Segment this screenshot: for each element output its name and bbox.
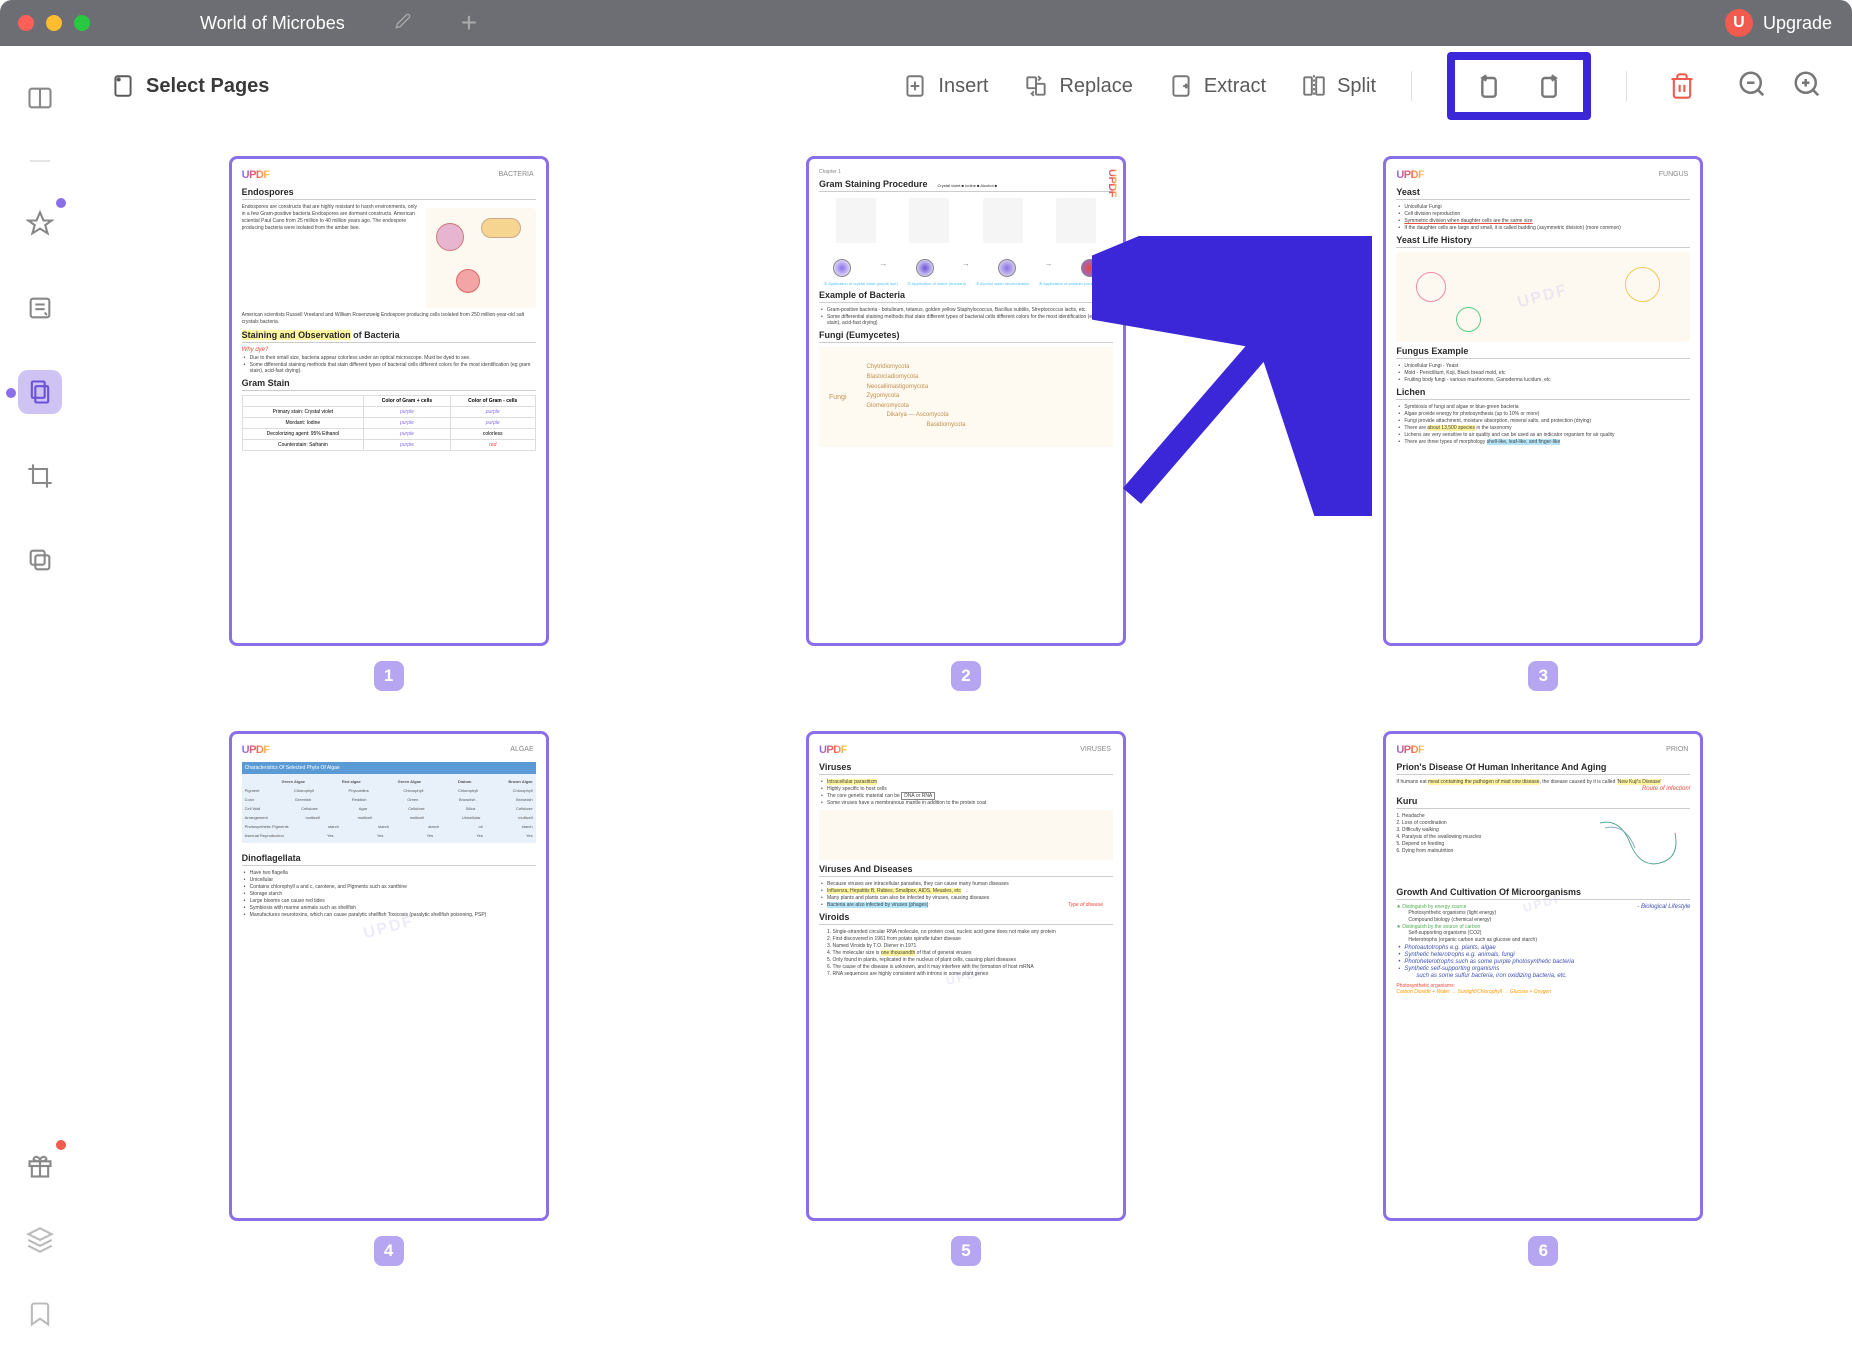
sidebar-annotate[interactable] bbox=[18, 286, 62, 330]
page-item-1[interactable]: UPDF BACTERIA Endospores Endospores are … bbox=[229, 156, 549, 691]
page-thumbnail: UPDF VIRUSES Viruses Intracellular paras… bbox=[806, 731, 1126, 1221]
new-tab-button[interactable]: + bbox=[461, 7, 477, 39]
tab-title: World of Microbes bbox=[200, 13, 345, 34]
insert-label: Insert bbox=[938, 75, 988, 98]
maximize-window-button[interactable] bbox=[74, 15, 90, 31]
document-tab[interactable]: World of Microbes bbox=[170, 0, 441, 46]
extract-label: Extract bbox=[1204, 75, 1266, 98]
zoom-in-button[interactable] bbox=[1792, 69, 1822, 104]
page-item-5[interactable]: UPDF VIRUSES Viruses Intracellular paras… bbox=[806, 731, 1126, 1266]
gift-dot bbox=[56, 1140, 66, 1150]
rotate-left-button[interactable] bbox=[1469, 66, 1509, 106]
user-avatar: U bbox=[1725, 9, 1753, 37]
divider bbox=[30, 160, 50, 162]
edit-tab-icon[interactable] bbox=[395, 13, 411, 34]
upgrade-button[interactable]: U Upgrade bbox=[1725, 9, 1832, 37]
sidebar-layers[interactable] bbox=[18, 1218, 62, 1262]
close-window-button[interactable] bbox=[18, 15, 34, 31]
replace-button[interactable]: Replace bbox=[1023, 73, 1132, 99]
split-button[interactable]: Split bbox=[1301, 73, 1376, 99]
pages-grid: UPDF BACTERIA Endospores Endospores are … bbox=[80, 126, 1852, 1296]
sidebar-organize-pages[interactable] bbox=[18, 370, 62, 414]
sidebar-redact[interactable] bbox=[18, 538, 62, 582]
page-item-4[interactable]: UPDF ALGAE Characteristics Of Selected P… bbox=[229, 731, 549, 1266]
sidebar-highlight[interactable] bbox=[18, 202, 62, 246]
zoom-out-button[interactable] bbox=[1737, 69, 1767, 104]
arrow-annotation bbox=[1092, 236, 1372, 521]
divider bbox=[1411, 71, 1412, 101]
upgrade-label: Upgrade bbox=[1763, 13, 1832, 34]
split-label: Split bbox=[1337, 75, 1376, 98]
select-pages-label: Select Pages bbox=[146, 75, 269, 98]
extract-button[interactable]: Extract bbox=[1168, 73, 1266, 99]
delete-button[interactable] bbox=[1662, 66, 1702, 106]
page-item-6[interactable]: UPDF PRION Prion's Disease Of Human Inhe… bbox=[1383, 731, 1703, 1266]
replace-label: Replace bbox=[1059, 75, 1132, 98]
page-thumbnail: UPDF ALGAE Characteristics Of Selected P… bbox=[229, 731, 549, 1221]
page-number: 5 bbox=[951, 1236, 981, 1266]
sidebar-bookmark[interactable] bbox=[18, 1292, 62, 1336]
page-thumbnail: Chapter 1 UPDF Gram Staining ProcedureCr… bbox=[806, 156, 1126, 646]
page-thumbnail: UPDF BACTERIA Endospores Endospores are … bbox=[229, 156, 549, 646]
page-thumbnail: UPDF PRION Prion's Disease Of Human Inhe… bbox=[1383, 731, 1703, 1221]
insert-button[interactable]: Insert bbox=[902, 73, 988, 99]
toolbar: Select Pages Insert Replace Extract bbox=[80, 46, 1852, 126]
minimize-window-button[interactable] bbox=[46, 15, 62, 31]
page-number: 1 bbox=[374, 661, 404, 691]
sidebar-reader-mode[interactable] bbox=[18, 76, 62, 120]
divider bbox=[1626, 71, 1627, 101]
page-number: 2 bbox=[951, 661, 981, 691]
page-number: 4 bbox=[374, 1236, 404, 1266]
rotate-right-button[interactable] bbox=[1529, 66, 1569, 106]
page-thumbnail: UPDF FUNGUS Yeast Unicellular Fungi Cell… bbox=[1383, 156, 1703, 646]
page-number: 6 bbox=[1528, 1236, 1558, 1266]
window-controls bbox=[18, 15, 90, 31]
active-dot bbox=[6, 388, 16, 398]
sidebar-gift[interactable] bbox=[18, 1144, 62, 1188]
sidebar bbox=[0, 46, 80, 1366]
content-area: Select Pages Insert Replace Extract bbox=[80, 46, 1852, 1366]
sidebar-crop[interactable] bbox=[18, 454, 62, 498]
titlebar: World of Microbes + U Upgrade bbox=[0, 0, 1852, 46]
rotate-group-highlighted bbox=[1447, 52, 1591, 120]
page-item-3[interactable]: UPDF FUNGUS Yeast Unicellular Fungi Cell… bbox=[1383, 156, 1703, 691]
notification-dot bbox=[56, 198, 66, 208]
page-number: 3 bbox=[1528, 661, 1558, 691]
page-item-2[interactable]: Chapter 1 UPDF Gram Staining ProcedureCr… bbox=[806, 156, 1126, 691]
select-pages-button[interactable]: Select Pages bbox=[110, 73, 269, 99]
